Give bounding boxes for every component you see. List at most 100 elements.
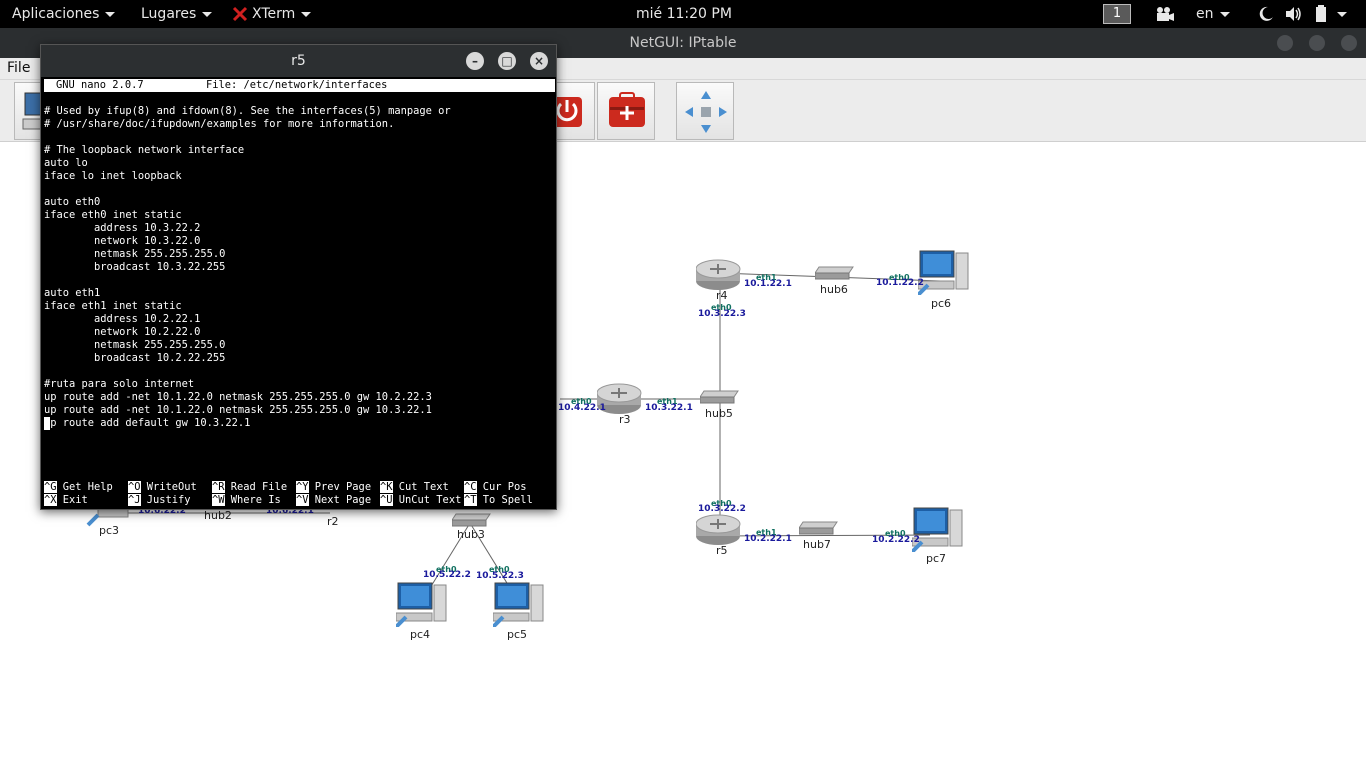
node-label-r3: r3: [619, 413, 631, 426]
node-label-pc4: pc4: [410, 628, 431, 641]
add-device-icon: [609, 92, 645, 127]
nano-editor-body[interactable]: # Used by ifup(8) and ifdown(8). See the…: [44, 105, 555, 430]
hub-icon[interactable]: [815, 265, 855, 281]
nano-shortcut: ^K Cut Text: [380, 481, 449, 494]
close-button[interactable]: [1341, 35, 1357, 51]
editor-line: address 10.2.22.1: [44, 313, 201, 325]
editor-line: # The loopback network interface: [44, 144, 245, 156]
hub-icon[interactable]: [452, 512, 492, 528]
node-label-hub5: hub5: [705, 407, 733, 420]
pc-icon[interactable]: [918, 249, 970, 295]
ip-label: 10.2.22.1: [744, 534, 792, 544]
editor-line: up route add -net 10.1.22.0 netmask 255.…: [44, 391, 432, 403]
top-bar: Aplicaciones Lugares XTerm mié 11:20 PM …: [0, 0, 1366, 28]
ip-label: 10.4.22.1: [558, 403, 606, 413]
maximize-button[interactable]: [1309, 35, 1325, 51]
editor-line: address 10.3.22.2: [44, 222, 201, 234]
clock-label: mié 11:20 PM: [636, 6, 732, 22]
nano-shortcut: ^W Where Is: [212, 494, 281, 507]
close-button[interactable]: ×: [530, 52, 548, 70]
ip-label: 10.2.22.2: [872, 535, 920, 545]
active-app-label: XTerm: [252, 6, 296, 22]
places-menu[interactable]: Lugares: [141, 0, 213, 28]
router-icon[interactable]: [696, 259, 742, 291]
editor-line: network 10.3.22.0: [44, 235, 201, 247]
active-app-menu[interactable]: XTerm: [232, 0, 312, 28]
chevron-down-icon[interactable]: [1337, 12, 1347, 17]
xterm-window[interactable]: r5 – □ × GNU nano 2.0.7 File: /etc/networ…: [40, 44, 557, 510]
shortcut-label: Read File: [224, 481, 288, 493]
shortcut-label: WriteOut: [140, 481, 197, 493]
keyboard-layout-menu[interactable]: en: [1196, 0, 1230, 28]
xterm-titlebar[interactable]: r5 – □ ×: [41, 45, 556, 77]
ip-label: 10.5.22.2: [423, 570, 471, 580]
ip-label: 10.1.22.1: [744, 279, 792, 289]
router-icon[interactable]: [696, 514, 742, 546]
toolbar-move-button[interactable]: [676, 82, 734, 140]
battery-icon[interactable]: [1314, 5, 1330, 23]
applications-label: Aplicaciones: [12, 6, 100, 22]
workspace-indicator[interactable]: 1: [1103, 4, 1131, 24]
nano-version: GNU nano 2.0.7: [56, 79, 144, 91]
nano-shortcut: ^Y Prev Page: [296, 481, 371, 494]
text-cursor: [44, 417, 50, 430]
camera-icon[interactable]: [1155, 6, 1175, 22]
editor-line: auto lo: [44, 157, 88, 169]
editor-line: network 10.2.22.0: [44, 326, 201, 338]
editor-line: # Used by ifup(8) and ifdown(8). See the…: [44, 105, 451, 117]
maximize-button[interactable]: □: [498, 52, 516, 70]
pc-icon[interactable]: [396, 581, 448, 627]
applications-menu[interactable]: Aplicaciones: [12, 0, 116, 28]
ip-label: 10.3.22.1: [645, 403, 693, 413]
node-label-pc7: pc7: [926, 552, 947, 565]
hub-icon[interactable]: [700, 389, 740, 405]
minimize-button[interactable]: [1277, 35, 1293, 51]
volume-icon[interactable]: [1285, 6, 1303, 22]
nano-shortcut: ^U UnCut Text: [380, 494, 461, 507]
toolbar-add-device-button[interactable]: [597, 82, 655, 140]
chevron-down-icon: [1219, 11, 1230, 17]
editor-line: up route add -net 10.1.22.0 netmask 255.…: [44, 404, 432, 416]
editor-line: broadcast 10.3.22.255: [44, 261, 226, 273]
night-mode-icon[interactable]: [1258, 6, 1274, 22]
places-label: Lugares: [141, 6, 197, 22]
terminal-screen[interactable]: GNU nano 2.0.7 File: /etc/network/interfa…: [44, 79, 555, 509]
shortcut-label: Next Page: [308, 494, 372, 506]
nano-shortcut: ^R Read File: [212, 481, 287, 494]
shortcut-label: UnCut Text: [392, 494, 462, 506]
chevron-down-icon: [301, 11, 312, 17]
nano-shortcut: ^X Exit: [44, 494, 88, 507]
node-label-pc3: pc3: [99, 524, 120, 537]
node-label-r4: r4: [716, 289, 728, 302]
editor-line: # /usr/share/doc/ifupdown/examples for m…: [44, 118, 395, 130]
nano-shortcut: ^G Get Help: [44, 481, 113, 494]
node-label-hub7: hub7: [803, 538, 831, 551]
editor-line: up route add default gw 10.3.22.1: [44, 417, 251, 429]
editor-line: auto eth1: [44, 287, 101, 299]
hub-icon[interactable]: [799, 520, 839, 536]
ip-label: 10.3.22.2: [698, 504, 746, 514]
node-label-r2: r2: [327, 515, 339, 528]
chevron-down-icon: [202, 11, 213, 17]
node-label-hub6: hub6: [820, 283, 848, 296]
menu-file[interactable]: File: [7, 60, 30, 76]
shortcut-key: ^X: [44, 494, 57, 506]
chevron-down-icon: [105, 11, 116, 17]
nano-shortcut: ^V Next Page: [296, 494, 371, 507]
editor-line: iface eth1 inet static: [44, 300, 182, 312]
editor-line: iface eth0 inet static: [44, 209, 182, 221]
pc-icon[interactable]: [493, 581, 545, 627]
minimize-button[interactable]: –: [466, 52, 484, 70]
nano-shortcut: ^C Cur Pos: [464, 481, 527, 494]
shortcut-key: ^G: [44, 481, 57, 493]
pc-icon[interactable]: [912, 506, 964, 552]
shortcut-key: ^T: [464, 494, 477, 506]
move-arrows-icon: [685, 91, 727, 133]
shortcut-key: ^U: [380, 494, 393, 506]
shortcut-label: Cut Text: [392, 481, 449, 493]
shortcut-label: Cur Pos: [476, 481, 527, 493]
nano-header: GNU nano 2.0.7 File: /etc/network/interfa…: [44, 79, 555, 92]
clock[interactable]: mié 11:20 PM: [636, 0, 732, 28]
